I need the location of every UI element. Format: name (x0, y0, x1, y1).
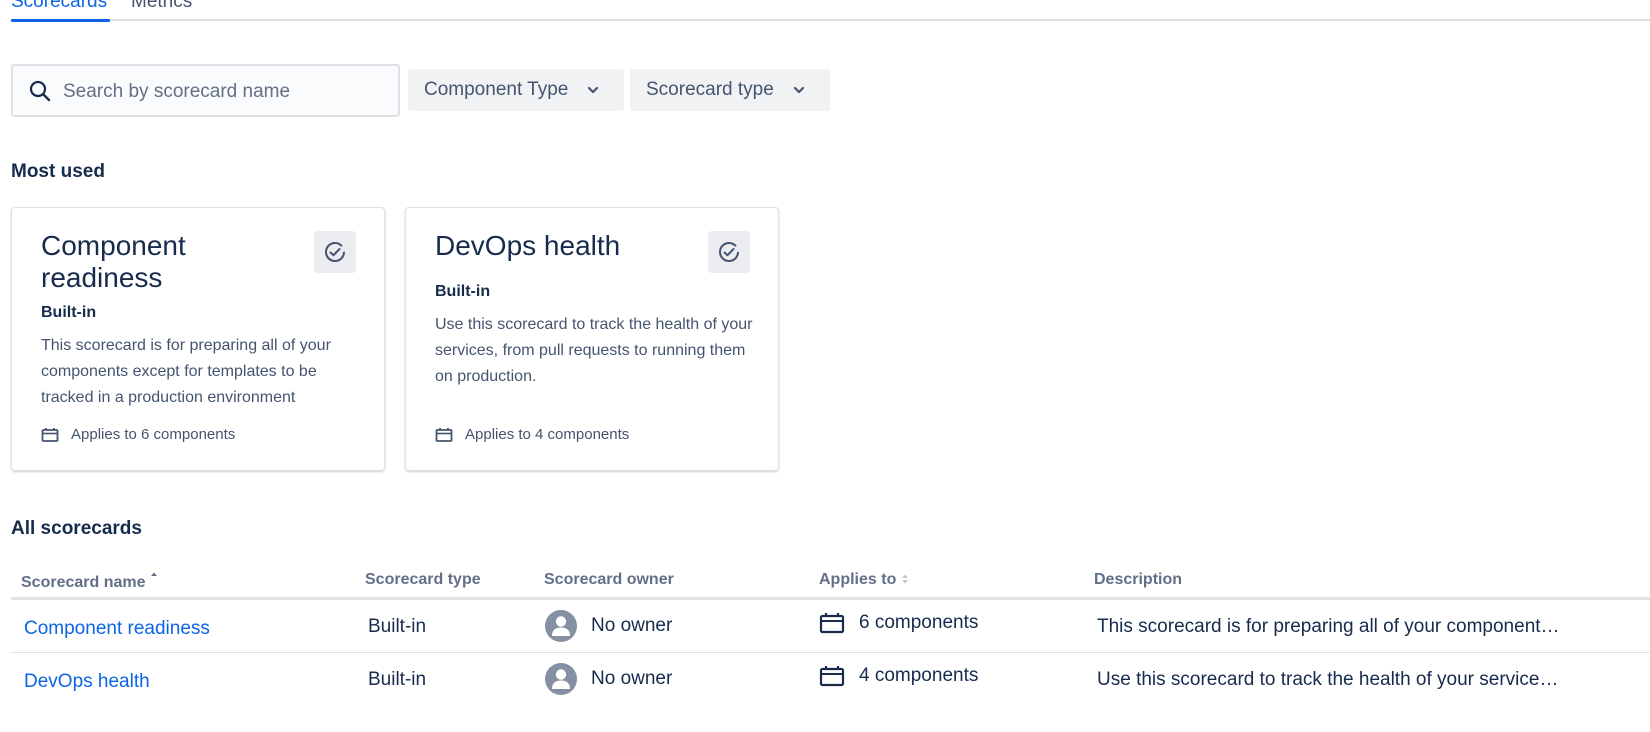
card-badge (314, 231, 356, 273)
tab-bar-divider (11, 19, 1650, 21)
applies-to-cell: 4 components (819, 665, 978, 687)
applies-to-cell: 6 components (819, 612, 978, 634)
search-icon (29, 80, 51, 102)
all-scorecards-heading: All scorecards (11, 518, 142, 539)
card-applies-to: Applies to 6 components (41, 426, 235, 443)
column-header-label: Applies to (819, 571, 897, 588)
card-type: Built-in (41, 304, 97, 321)
applies-to-label: 6 components (859, 612, 979, 633)
scorecard-name-link[interactable]: Component readiness (24, 618, 210, 640)
owner-label: No owner (591, 615, 673, 636)
description-cell: Use this scorecard to track the health o… (1097, 669, 1559, 690)
scorecard-type-filter-label: Scorecard type (646, 79, 774, 100)
card-badge (708, 231, 750, 273)
component-type-filter-label: Component Type (424, 79, 569, 100)
component-type-filter[interactable]: Component Type (408, 69, 624, 111)
column-header-scorecard-type: Scorecard type (365, 571, 481, 588)
card-type: Built-in (435, 283, 491, 300)
check-circle-icon (719, 242, 739, 262)
avatar (545, 610, 577, 642)
component-icon (819, 613, 845, 634)
scorecard-type-cell: Built-in (368, 616, 427, 637)
column-header-scorecard-name[interactable]: Scorecard name (21, 571, 158, 592)
tab-bar: Scorecards Metrics (11, 0, 1650, 22)
column-header-applies-to[interactable]: Applies to (819, 571, 909, 589)
scorecard-card-devops-health[interactable]: DevOps health Built-in Use this scorecar… (405, 207, 779, 471)
scorecard-name-link[interactable]: DevOps health (24, 671, 150, 693)
tab-metrics[interactable]: Metrics (131, 0, 192, 13)
card-title: Component readiness (41, 230, 186, 293)
component-icon (435, 427, 453, 442)
card-description: This scorecard is for preparing all of y… (41, 337, 331, 406)
chevron-down-icon (793, 86, 805, 94)
card-applies-label: Applies to 6 components (71, 426, 236, 443)
scorecard-type-filter[interactable]: Scorecard type (630, 69, 830, 111)
sort-icon (901, 574, 908, 584)
description-cell: This scorecard is for preparing all of y… (1097, 616, 1560, 637)
column-header-scorecard-owner: Scorecard owner (544, 571, 674, 588)
card-description: Use this scorecard to track the health o… (435, 316, 753, 385)
card-title: DevOps health (435, 230, 621, 261)
column-header-description: Description (1094, 571, 1183, 588)
table-row: Component readiness Built-in No owner 6 … (11, 600, 1650, 653)
chevron-down-icon (587, 86, 599, 94)
owner-label: No owner (591, 668, 673, 689)
scorecard-type-cell: Built-in (368, 669, 427, 690)
component-icon (819, 666, 845, 687)
table-row: DevOps health Built-in No owner 4 compon… (11, 653, 1650, 706)
sort-ascending-icon (150, 572, 157, 576)
component-icon (41, 427, 59, 442)
avatar (545, 663, 577, 695)
card-applies-label: Applies to 4 components (465, 426, 630, 443)
scorecard-owner-cell: No owner (545, 663, 672, 695)
table-header: Scorecard name Scorecard type Scorecard … (11, 566, 1650, 598)
check-circle-icon (325, 242, 345, 262)
search-box (11, 64, 400, 117)
column-header-label: Scorecard name (21, 574, 146, 591)
most-used-heading: Most used (11, 161, 105, 182)
scorecard-card-component-readiness[interactable]: Component readiness Built-in This scorec… (11, 207, 385, 471)
active-tab-indicator (11, 19, 110, 22)
card-applies-to: Applies to 4 components (435, 426, 629, 443)
tab-scorecards[interactable]: Scorecards (11, 0, 107, 13)
search-input[interactable] (61, 76, 385, 108)
applies-to-label: 4 components (859, 665, 979, 686)
scorecard-owner-cell: No owner (545, 610, 672, 642)
